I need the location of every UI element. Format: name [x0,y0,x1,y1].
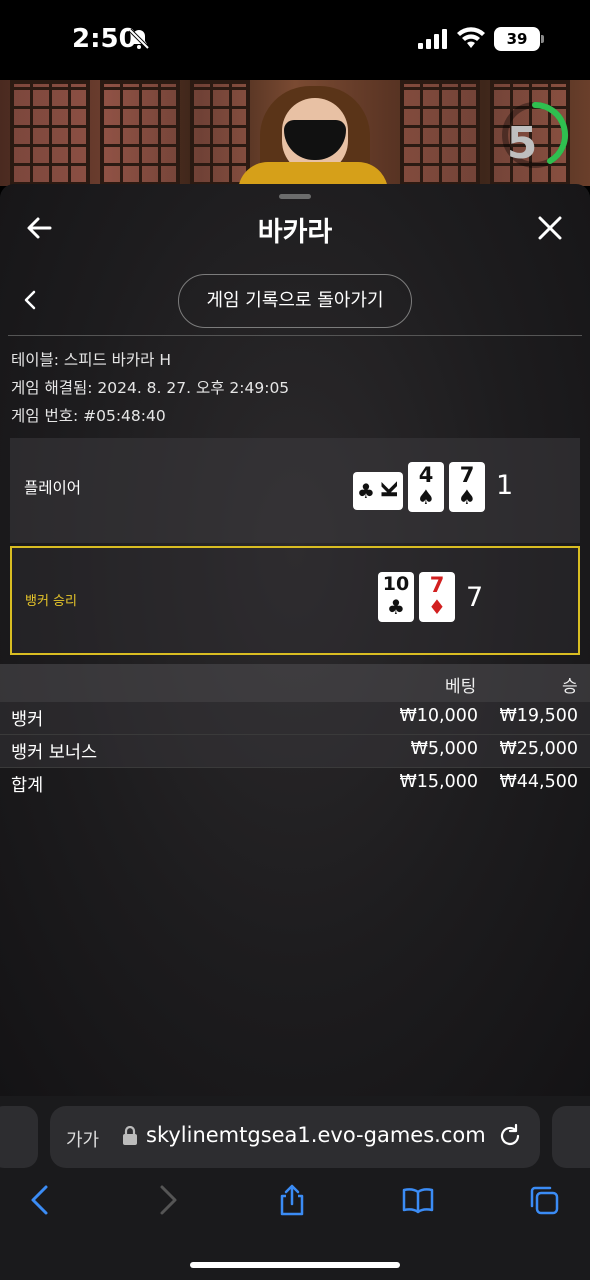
panel-title: 바카라 [257,217,333,248]
table-row: 뱅커 보너스 ₩5,000 ₩25,000 [0,735,590,768]
bet-amount: ₩10,000 [399,706,478,726]
back-to-history-button[interactable]: 게임 기록으로 돌아가기 [178,274,412,328]
lattice-screen [190,80,250,186]
total-row: 합계 ₩15,000 ₩44,500 [0,768,590,801]
text-size-button[interactable]: 가가 [66,1126,99,1152]
card-suit: ♠ [458,485,476,509]
table-info: 테이블: 스피드 바카라 H [11,351,171,369]
player-label: 플레이어 [24,479,82,497]
home-indicator[interactable] [190,1262,400,1268]
card-suit: ♣ [387,595,405,619]
bet-column-header: 베팅 [445,677,477,697]
bet-name: 뱅커 보너스 [11,743,98,763]
bell-off-icon [128,28,150,50]
browser-toolbar: 가가 skylinemtgsea1.evo-games.com [0,1096,590,1280]
player-score: 1 [496,470,514,501]
card-rank: 10 [382,573,410,595]
card-player-2: 4 ♠ [408,462,444,512]
share-icon[interactable] [276,1184,308,1216]
card-player-1: ♣ K [353,472,403,510]
battery-indicator: 39 [494,27,540,51]
bets-table-header: 베팅 승 [0,664,590,702]
dealer-shirt [238,162,388,186]
battery-cap [541,35,544,43]
win-amount: ₩25,000 [499,739,578,759]
card-banker-2: 7 ♦ [419,572,455,622]
card-rank: K [378,481,402,499]
total-bet: ₩15,000 [399,772,478,792]
bet-amount: ₩5,000 [410,739,478,759]
table-row: 뱅커 ₩10,000 ₩19,500 [0,702,590,735]
next-tab-preview[interactable] [552,1106,590,1168]
forward-nav-icon[interactable] [152,1184,184,1216]
url-text[interactable]: skylinemtgsea1.evo-games.com [146,1123,486,1147]
lattice-screen [100,80,180,186]
banker-win-label: 뱅커 승리 [25,594,77,609]
game-history-panel: 바카라 게임 기록으로 돌아가기 테이블: 스피드 바카라 H 게임 해결됨: … [0,184,590,1096]
countdown-number: 5 [506,118,538,169]
win-column-header: 승 [562,677,578,697]
address-bar[interactable]: 가가 skylinemtgsea1.evo-games.com [50,1106,540,1168]
card-rank: 4 [418,463,434,487]
win-amount: ₩19,500 [499,706,578,726]
lattice-screen [10,80,90,186]
card-player-3: 7 ♠ [449,462,485,512]
status-time: 2:50 [72,24,137,54]
divider [8,335,582,336]
card-rank: 7 [429,573,445,597]
card-rank: 7 [459,463,475,487]
tabs-icon[interactable] [528,1184,560,1216]
previous-tab-preview[interactable] [0,1106,38,1168]
drag-handle[interactable] [279,194,311,199]
signal-icon [418,29,447,49]
total-win: ₩44,500 [499,772,578,792]
wifi-icon [457,27,485,48]
back-nav-icon[interactable] [24,1184,56,1216]
bookmarks-icon[interactable] [402,1184,434,1216]
lock-icon [123,1126,137,1145]
total-label: 합계 [11,776,44,796]
player-hand: 플레이어 ♣ K 4 ♠ 7 ♠ 1 [10,438,580,543]
card-suit: ♠ [417,485,435,509]
banker-hand: 뱅커 승리 10 ♣ 7 ♦ 7 [10,546,580,655]
resolved-time: 게임 해결됨: 2024. 8. 27. 오후 2:49:05 [11,379,290,397]
status-bar: 2:50 39 [0,0,590,80]
lattice-screen [400,80,480,186]
chevron-left-icon[interactable] [22,290,38,310]
game-number: 게임 번호: #05:48:40 [11,407,166,425]
card-suit: ♦ [428,595,446,619]
card-banker-1: 10 ♣ [378,572,414,622]
close-icon[interactable] [538,216,562,240]
banker-score: 7 [466,582,484,613]
bet-name: 뱅커 [11,710,44,730]
reload-icon[interactable] [497,1123,523,1149]
